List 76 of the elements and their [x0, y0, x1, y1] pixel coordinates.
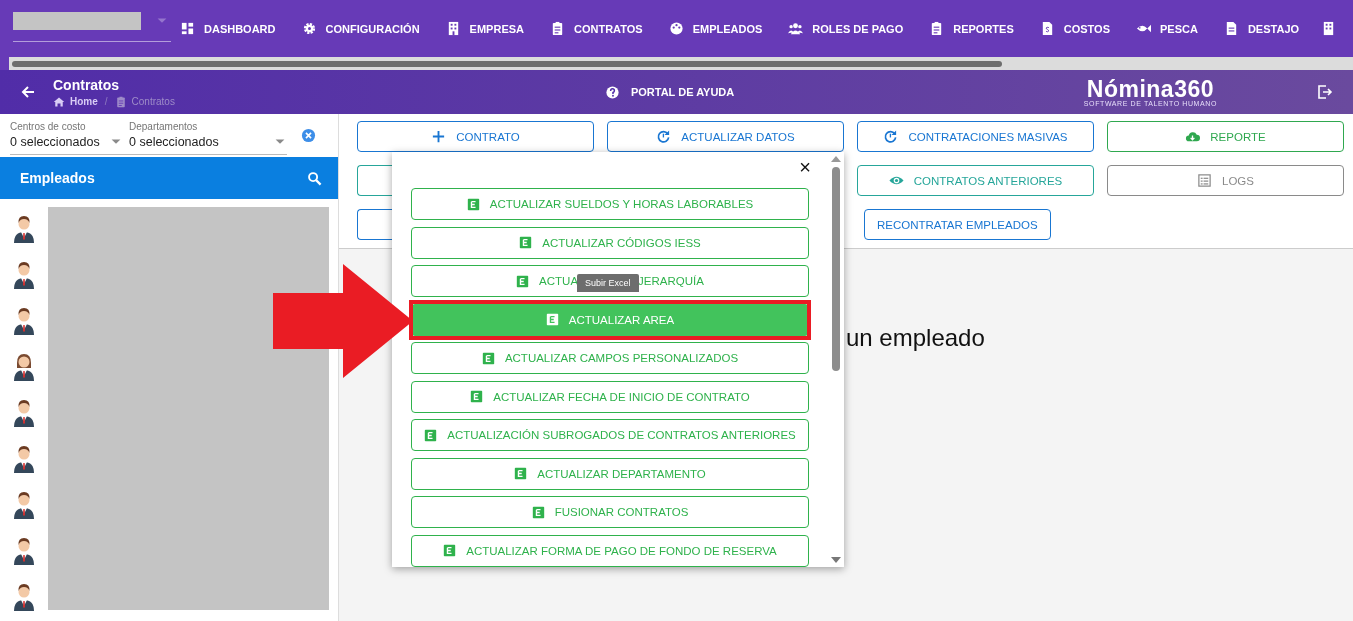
upload-option-button[interactable]: ACTUALIZAR CÓDIGOS IESS	[411, 226, 809, 259]
excel-icon	[545, 313, 559, 326]
page-title: Contratos	[53, 76, 121, 93]
excel-icon	[443, 544, 457, 557]
avatar-icon	[12, 213, 36, 243]
action-button[interactable]: CONTRATACIONES MASIVAS	[857, 121, 1094, 152]
refresh-icon	[883, 129, 899, 144]
refresh-icon	[656, 129, 672, 144]
avatar-icon	[12, 443, 36, 473]
excel-icon	[531, 505, 545, 519]
avatar-icon	[12, 581, 36, 611]
action-button[interactable]: ACTUALIZAR DATOS	[607, 121, 844, 152]
nav-item[interactable]: DASHBOARD	[180, 21, 276, 36]
clipboard-icon	[550, 21, 565, 36]
action-button[interactable]: REPORTE	[1107, 121, 1344, 152]
settings-icon	[301, 21, 317, 36]
upload-option-button[interactable]: ACTUALIZAR FORMA DE PAGO DE FONDO DE RESERVA	[411, 534, 809, 567]
excel-icon	[481, 351, 495, 365]
upload-option-button[interactable]: ACTUALIZAR DEPARTAMENTO	[411, 457, 809, 490]
avatar-icon	[12, 259, 36, 289]
upload-option-button[interactable]: FUSIONAR CONTRATOS	[411, 496, 809, 528]
avatar-icon	[12, 397, 36, 427]
breadcrumb-separator: /	[104, 96, 108, 107]
excel-icon	[470, 390, 484, 403]
logout-icon	[1317, 84, 1333, 100]
people-icon	[788, 21, 804, 36]
action-button[interactable]: RECONTRATAR EMPLEADOS	[864, 209, 1051, 240]
nav-item[interactable]: ROLES DE PAGO	[788, 21, 904, 36]
breadcrumb-item: Contratos	[114, 95, 175, 108]
home-icon	[53, 95, 65, 108]
avatar-icon	[12, 489, 36, 519]
nav-item[interactable]: EMPRESA	[445, 21, 524, 36]
dashboard-icon	[180, 21, 195, 36]
plus-icon	[431, 129, 447, 144]
upload-option-button[interactable]: ACTUALIZAR SUELDOS Y HORAS LABORABLES	[411, 188, 809, 220]
avatar-icon	[12, 305, 36, 335]
clear-icon	[301, 128, 316, 144]
help-icon	[604, 84, 620, 100]
empty-state-message: un empleado	[846, 324, 985, 352]
nav-item[interactable]: EMPLEADOS	[668, 21, 763, 36]
upload-option-button[interactable]: ACTUALIZAR CAMPOS PERSONALIZADOS	[411, 342, 809, 374]
horizontal-scrollbar[interactable]	[9, 57, 1353, 70]
upload-option-button[interactable]: ACTUALIZACIÓN SUBROGADOS DE CONTRATOS ANTERIORES	[411, 419, 809, 451]
section-title: Empleados	[20, 170, 95, 187]
avatar-icon	[12, 351, 36, 381]
back-arrow-icon	[20, 84, 36, 100]
excel-icon	[516, 274, 530, 288]
nav-item[interactable]: COSTOS	[1039, 21, 1110, 36]
logo: Nómina360	[1086, 77, 1214, 100]
nav-item[interactable]: CONFIGURACIÓN	[301, 21, 420, 36]
filter-select[interactable]: Centros de costo 0 seleccionados	[10, 120, 123, 149]
action-button[interactable]: CONTRATO	[357, 121, 594, 152]
excel-icon	[514, 467, 528, 480]
close-button[interactable]: ×	[799, 157, 811, 177]
help-link[interactable]: PORTAL DE AYUDA	[604, 84, 735, 100]
upload-option-button[interactable]: ACTUALIZAR FECHA DE INICIO DE CONTRATO	[411, 380, 809, 413]
excel-icon	[466, 197, 480, 211]
cloud-download-icon	[1185, 129, 1201, 144]
action-button[interactable]	[357, 165, 392, 196]
action-button[interactable]	[357, 209, 392, 240]
nav-item[interactable]: PESCA	[1136, 21, 1198, 36]
list-icon	[1197, 173, 1212, 188]
excel-icon	[424, 428, 438, 442]
nav-item[interactable]: CONTRATOS	[550, 21, 643, 36]
excel-icon	[519, 236, 533, 249]
avatar-icon	[12, 535, 36, 565]
nav-item[interactable]: DESTAJO	[1223, 21, 1300, 36]
action-button[interactable]: LOGS	[1107, 165, 1344, 196]
filter-select[interactable]: Departamentos 0 seleccionados	[129, 120, 287, 149]
palette-icon	[668, 21, 684, 36]
nav-item[interactable]: REPORTES	[929, 21, 1014, 36]
clipboard-icon	[114, 95, 127, 108]
action-button[interactable]: CONTRATOS ANTERIORES	[857, 165, 1094, 196]
breadcrumb-item[interactable]: Home	[53, 95, 98, 108]
tooltip: Subir Excel	[577, 274, 639, 292]
search-icon	[307, 170, 322, 186]
